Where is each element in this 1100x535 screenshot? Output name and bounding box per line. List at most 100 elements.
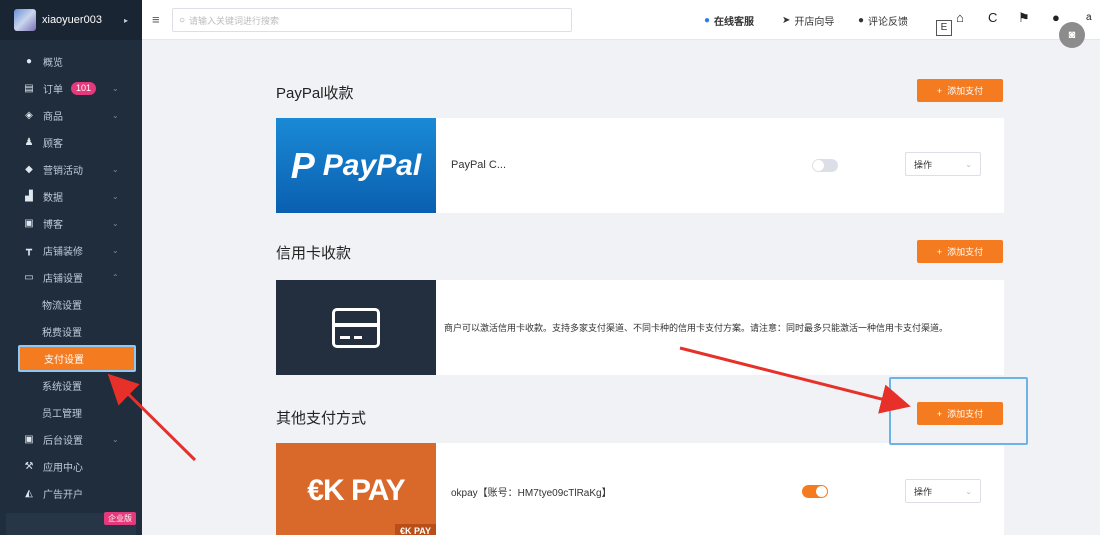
paypal-account-name: PayPal C... — [451, 159, 507, 171]
sidebar-item-label: 应用中心 — [43, 463, 83, 474]
payment-settings-main: PayPal收款 + 添加支付 P PayPal PayPal C... 操作 ⌄… — [142, 40, 1100, 535]
okpay-logo-text: €K PAY — [307, 473, 405, 507]
chevron-down-icon: ⌄ — [112, 435, 119, 444]
sidebar-item-label: 广告开户 — [43, 490, 83, 501]
sidebar-item-label: 商品 — [43, 112, 63, 123]
ads-icon: ◭ — [25, 487, 33, 499]
paypal-card: P PayPal PayPal C... 操作 ⌄ — [276, 118, 1004, 213]
okpay-logo: €K PAY €K PAY — [276, 443, 436, 535]
search-icon: ○ — [179, 14, 186, 26]
plus-icon: + — [936, 246, 943, 257]
sidebar-item-orders[interactable]: ▤ 订单 101 ⌄ — [0, 75, 142, 102]
search-input[interactable]: ○ 请输入关键词进行搜索 — [172, 8, 572, 32]
sidebar-item-store-settings[interactable]: ▭ 店铺设置 ⌃ — [0, 264, 142, 291]
order-count-badge: 101 — [71, 82, 97, 95]
sidebar-sub-tax[interactable]: 税费设置 — [0, 318, 142, 345]
sidebar-item-label: 后台设置 — [43, 436, 83, 447]
sidebar-item-backend[interactable]: ▣ 后台设置 ⌄ — [0, 426, 142, 453]
e-key-badge: E — [936, 20, 952, 36]
sidebar-item-customers[interactable]: ♟ 顾客 — [0, 129, 142, 156]
sidebar-item-goods[interactable]: ◈ 商品 ⌄ — [0, 102, 142, 129]
okpay-enable-toggle[interactable] — [802, 485, 828, 498]
store-guide-label: 开店向导 — [794, 17, 835, 28]
credit-card-description: 商户可以激活信用卡收款。支持多家支付渠道、不同卡种的信用卡支付方案。请注意：同时… — [444, 323, 949, 333]
home-icon[interactable]: ⌂ — [956, 10, 964, 25]
sidebar-item-label: 营销活动 — [43, 166, 83, 177]
sidebar-item-blog[interactable]: ▣ 博客 ⌄ — [0, 210, 142, 237]
store-settings-icon: ▭ — [24, 271, 34, 283]
okpay-account-name: okpay【账号：HM7tye09cTlRaKg】 — [451, 488, 612, 499]
sidebar-item-apps[interactable]: ⚒ 应用中心 — [0, 453, 142, 480]
username: xiaoyuer003 — [42, 14, 102, 26]
flag-icon[interactable]: ⚑ — [1018, 10, 1030, 26]
sidebar-item-label: 数据 — [43, 193, 63, 204]
sidebar-item-label: 订单 — [43, 85, 63, 96]
sidebar-item-data[interactable]: ▟ 数据 ⌄ — [0, 183, 142, 210]
order-icon: ▤ — [24, 82, 34, 94]
sidebar-user[interactable]: xiaoyuer003 ▸ — [0, 0, 142, 40]
sidebar-item-label: 店铺设置 — [43, 274, 83, 285]
credit-card-logo — [276, 280, 436, 375]
sidebar: xiaoyuer003 ▸ ● 概览 ▤ 订单 101 ⌄ ◈ 商品 ⌄ ♟ 顾… — [0, 0, 142, 535]
top-bar: ≡ ○ 请输入关键词进行搜索 ● 在线客服 ➤ 开店向导 ● 评论反馈 E ⌂ … — [142, 0, 1100, 48]
feedback-link[interactable]: ● 评论反馈 — [858, 13, 908, 28]
chevron-down-icon: ⌄ — [112, 84, 119, 93]
credit-section-title: 信用卡收款 — [276, 245, 352, 262]
dashboard-icon: ● — [25, 55, 33, 67]
feedback-label: 评论反馈 — [868, 17, 909, 28]
blog-icon: ▣ — [24, 217, 34, 229]
sidebar-item-overview[interactable]: ● 概览 — [0, 48, 142, 75]
sidebar-sub-staff[interactable]: 员工管理 — [0, 399, 142, 426]
chart-icon: ▟ — [25, 190, 33, 202]
operation-label: 操作 — [914, 159, 933, 170]
paypal-enable-toggle[interactable] — [812, 159, 838, 172]
send-icon: ➤ — [782, 15, 791, 26]
sidebar-sub-payment[interactable]: 支付设置 — [18, 345, 136, 372]
other-section-title: 其他支付方式 — [276, 410, 367, 427]
search-placeholder: 请输入关键词进行搜索 — [189, 15, 280, 26]
store-guide-link[interactable]: ➤ 开店向导 — [782, 13, 834, 28]
paypal-logo: P PayPal — [276, 118, 436, 213]
operation-label: 操作 — [914, 486, 933, 497]
paypal-section-title: PayPal收款 — [276, 85, 354, 102]
edition-badge: 企业版 — [104, 512, 136, 525]
chevron-down-icon: ⌄ — [112, 219, 119, 228]
plus-icon: + — [936, 85, 943, 96]
sidebar-sub-logistics[interactable]: 物流设置 — [0, 291, 142, 318]
online-service-label: 在线客服 — [714, 17, 755, 28]
menu-toggle-icon[interactable]: ≡ — [152, 12, 160, 27]
comment-icon: ● — [858, 15, 865, 26]
service-icon: ● — [704, 15, 711, 26]
tag-icon: ◆ — [25, 163, 33, 175]
sidebar-item-marketing[interactable]: ◆ 营销活动 ⌄ — [0, 156, 142, 183]
chevron-down-icon: ⌄ — [112, 165, 119, 174]
add-credit-card-button[interactable]: + 添加支付 — [917, 240, 1003, 263]
topbar-trailing-text: a — [1086, 12, 1092, 23]
monitor-icon: ▣ — [24, 433, 34, 445]
sidebar-item-label: 博客 — [43, 220, 63, 231]
refresh-icon[interactable]: C — [988, 10, 997, 25]
paint-icon: ┳ — [25, 244, 33, 256]
paypal-operation-select[interactable]: 操作 ⌄ — [905, 152, 981, 176]
chevron-up-icon: ⌃ — [112, 273, 119, 282]
chevron-down-icon: ⌄ — [965, 159, 972, 169]
sidebar-sub-system[interactable]: 系统设置 — [0, 372, 142, 399]
okpay-operation-select[interactable]: 操作 ⌄ — [905, 479, 981, 503]
online-service-link[interactable]: ● 在线客服 — [704, 13, 754, 28]
sidebar-item-label: 概览 — [43, 58, 63, 69]
caret-right-icon: ▸ — [123, 15, 128, 25]
sidebar-item-label: 店铺装修 — [43, 247, 83, 258]
paypal-p-icon: P — [290, 144, 315, 186]
chevron-down-icon: ⌄ — [112, 246, 119, 255]
okpay-card: €K PAY €K PAY okpay【账号：HM7tye09cTlRaKg】 … — [276, 443, 1004, 535]
bell-icon[interactable]: ● — [1052, 10, 1060, 25]
goods-icon: ◈ — [25, 109, 33, 121]
sidebar-item-ads[interactable]: ◭ 广告开户 — [0, 480, 142, 507]
avatar — [14, 9, 36, 31]
paypal-logo-text: PayPal — [322, 148, 422, 182]
add-paypal-button[interactable]: + 添加支付 — [917, 79, 1003, 102]
credit-card-icon — [332, 307, 380, 348]
sidebar-item-decoration[interactable]: ┳ 店铺装修 ⌄ — [0, 237, 142, 264]
highlight-box — [889, 377, 1028, 445]
chevron-down-icon: ⌄ — [112, 111, 119, 120]
